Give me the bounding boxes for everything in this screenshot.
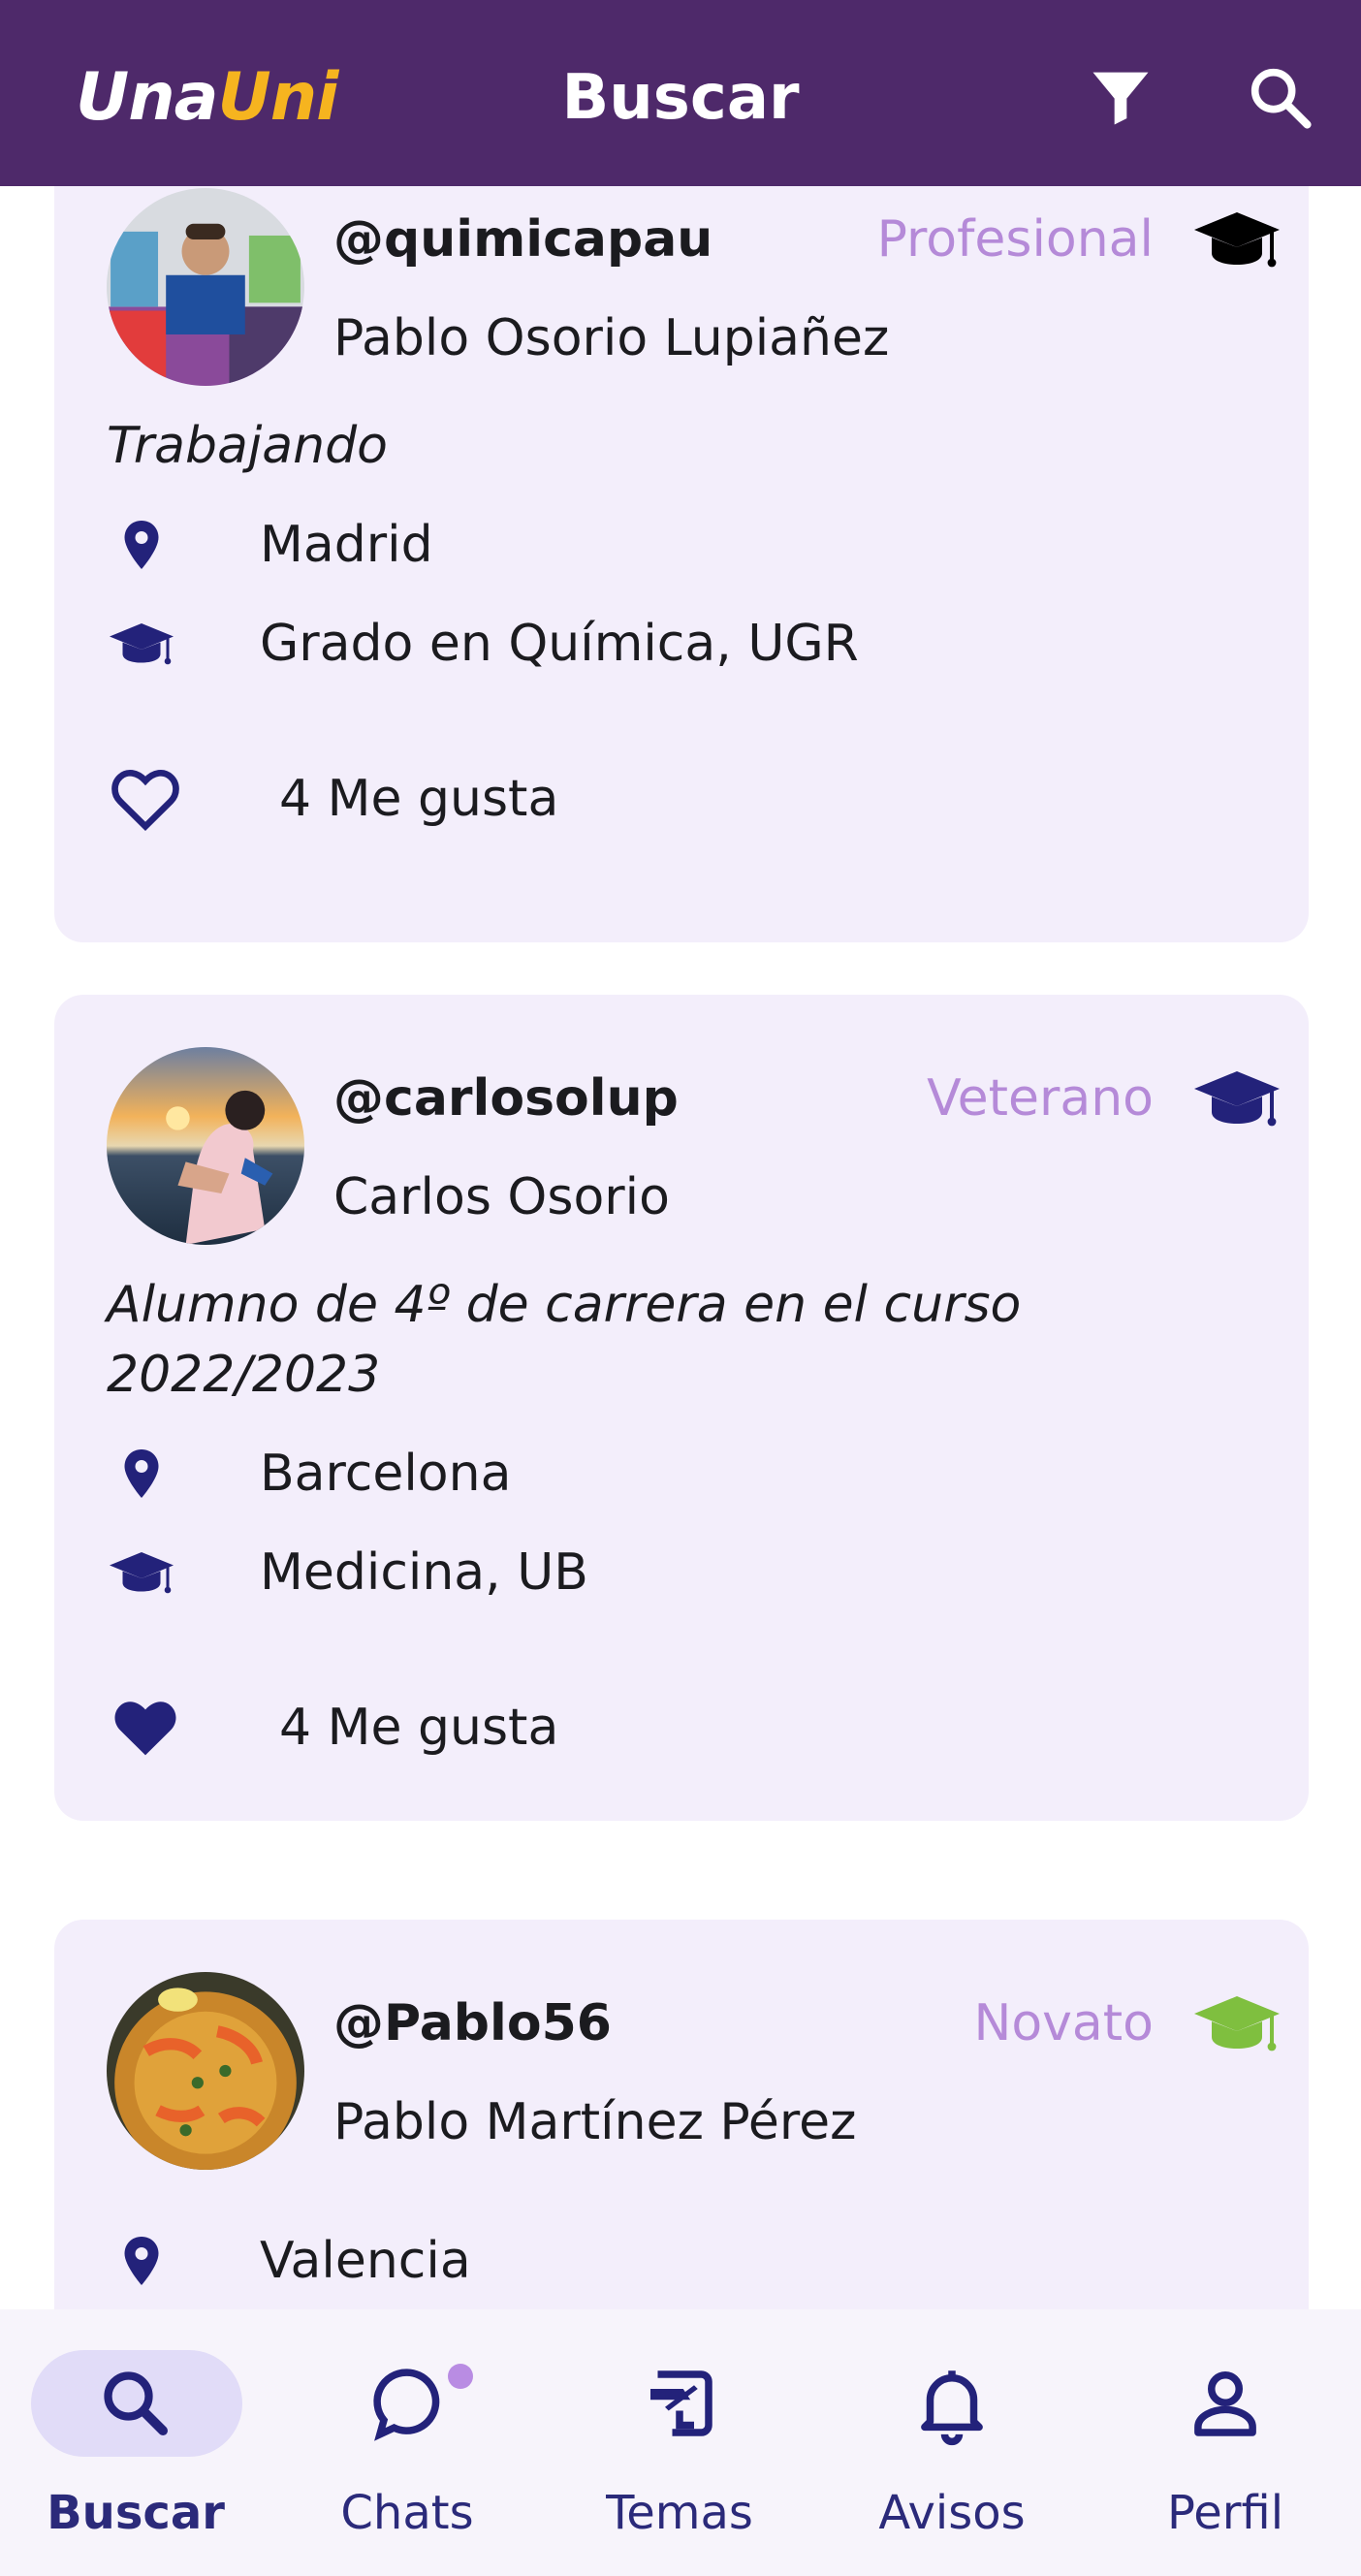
user-degree: Medicina, UB [260, 1543, 588, 1602]
likes-row: 4 Me gusta [107, 1689, 785, 1766]
user-full-name: Pablo Osorio Lupiañez [333, 309, 890, 367]
user-location: Barcelona [260, 1445, 512, 1503]
likes-count: 4 Me gusta [279, 770, 559, 828]
search-results-list[interactable]: @quimicapau Profesional Pablo Osorio Lup… [0, 186, 1361, 2309]
user-bio: Alumno de 4º de carrera en el curso 2022… [107, 1276, 1022, 1404]
avatar[interactable] [107, 188, 304, 386]
likes-count: 4 Me gusta [279, 1699, 559, 1757]
nav-item-avisos[interactable]: Avisos [816, 2309, 1088, 2576]
person-icon [1182, 2360, 1269, 2447]
heart-filled-icon[interactable] [107, 1689, 184, 1766]
user-full-name: Carlos Osorio [333, 1168, 670, 1226]
graduation-cap-icon [1190, 1065, 1283, 1132]
user-level: Novato [973, 1994, 1154, 2052]
graduation-cap-icon [107, 1543, 176, 1602]
user-full-name: Pablo Martínez Pérez [333, 2093, 857, 2151]
bell-icon [908, 2360, 996, 2447]
nav-label: Avisos [878, 2486, 1026, 2540]
nav-item-temas[interactable]: Temas [544, 2309, 815, 2576]
user-handle[interactable]: @carlosolup [333, 1065, 679, 1132]
user-handle[interactable]: @quimicapau [333, 206, 712, 273]
chat-bubble-icon [364, 2360, 451, 2447]
location-pin-icon [107, 2232, 176, 2290]
user-level: Veterano [927, 1069, 1154, 1128]
nav-label: Buscar [47, 2486, 225, 2540]
top-app-bar: UnaUni Buscar [0, 0, 1361, 186]
location-pin-icon [107, 516, 176, 574]
user-card[interactable]: @carlosolup Veterano Carlos Osorio Alumn… [54, 995, 1309, 1821]
nav-item-chats[interactable]: Chats [271, 2309, 543, 2576]
graduation-cap-icon [107, 615, 176, 673]
nav-item-perfil[interactable]: Perfil [1090, 2309, 1361, 2576]
user-level: Profesional [876, 210, 1154, 269]
location-pin-icon [107, 1445, 176, 1503]
filter-icon[interactable] [1084, 60, 1157, 134]
heart-outline-icon[interactable] [107, 760, 184, 838]
user-degree: Grado en Química, UGR [260, 615, 859, 673]
user-card[interactable]: @Pablo56 Novato Pablo Martínez Pérez Val… [54, 1920, 1309, 2309]
nav-label: Chats [340, 2486, 474, 2540]
bottom-navigation: Buscar Chats Temas Avisos Perfil [0, 2309, 1361, 2576]
nav-item-buscar[interactable]: Buscar [0, 2309, 271, 2576]
graduation-cap-icon [1190, 206, 1283, 273]
location-row: Barcelona [107, 1439, 979, 1509]
user-card[interactable]: @quimicapau Profesional Pablo Osorio Lup… [54, 186, 1309, 942]
user-bio: Trabajando [107, 417, 388, 475]
user-location: Madrid [260, 516, 433, 574]
user-location: Valencia [260, 2232, 471, 2290]
nav-label: Temas [606, 2486, 753, 2540]
likes-row: 4 Me gusta [107, 760, 785, 838]
search-icon[interactable] [1243, 60, 1316, 134]
degree-row: Medicina, UB [107, 1538, 1173, 1607]
topics-icon [636, 2360, 723, 2447]
avatar[interactable] [107, 1047, 304, 1245]
degree-row: Grado en Química, UGR [107, 609, 1173, 679]
search-icon [92, 2360, 179, 2447]
location-row: Madrid [107, 510, 979, 580]
nav-label: Perfil [1166, 2486, 1284, 2540]
user-handle[interactable]: @Pablo56 [333, 1989, 612, 2057]
chats-unread-badge [448, 2364, 473, 2389]
avatar[interactable] [107, 1972, 304, 2170]
graduation-cap-icon [1190, 1989, 1283, 2057]
location-row: Valencia [107, 2226, 979, 2296]
